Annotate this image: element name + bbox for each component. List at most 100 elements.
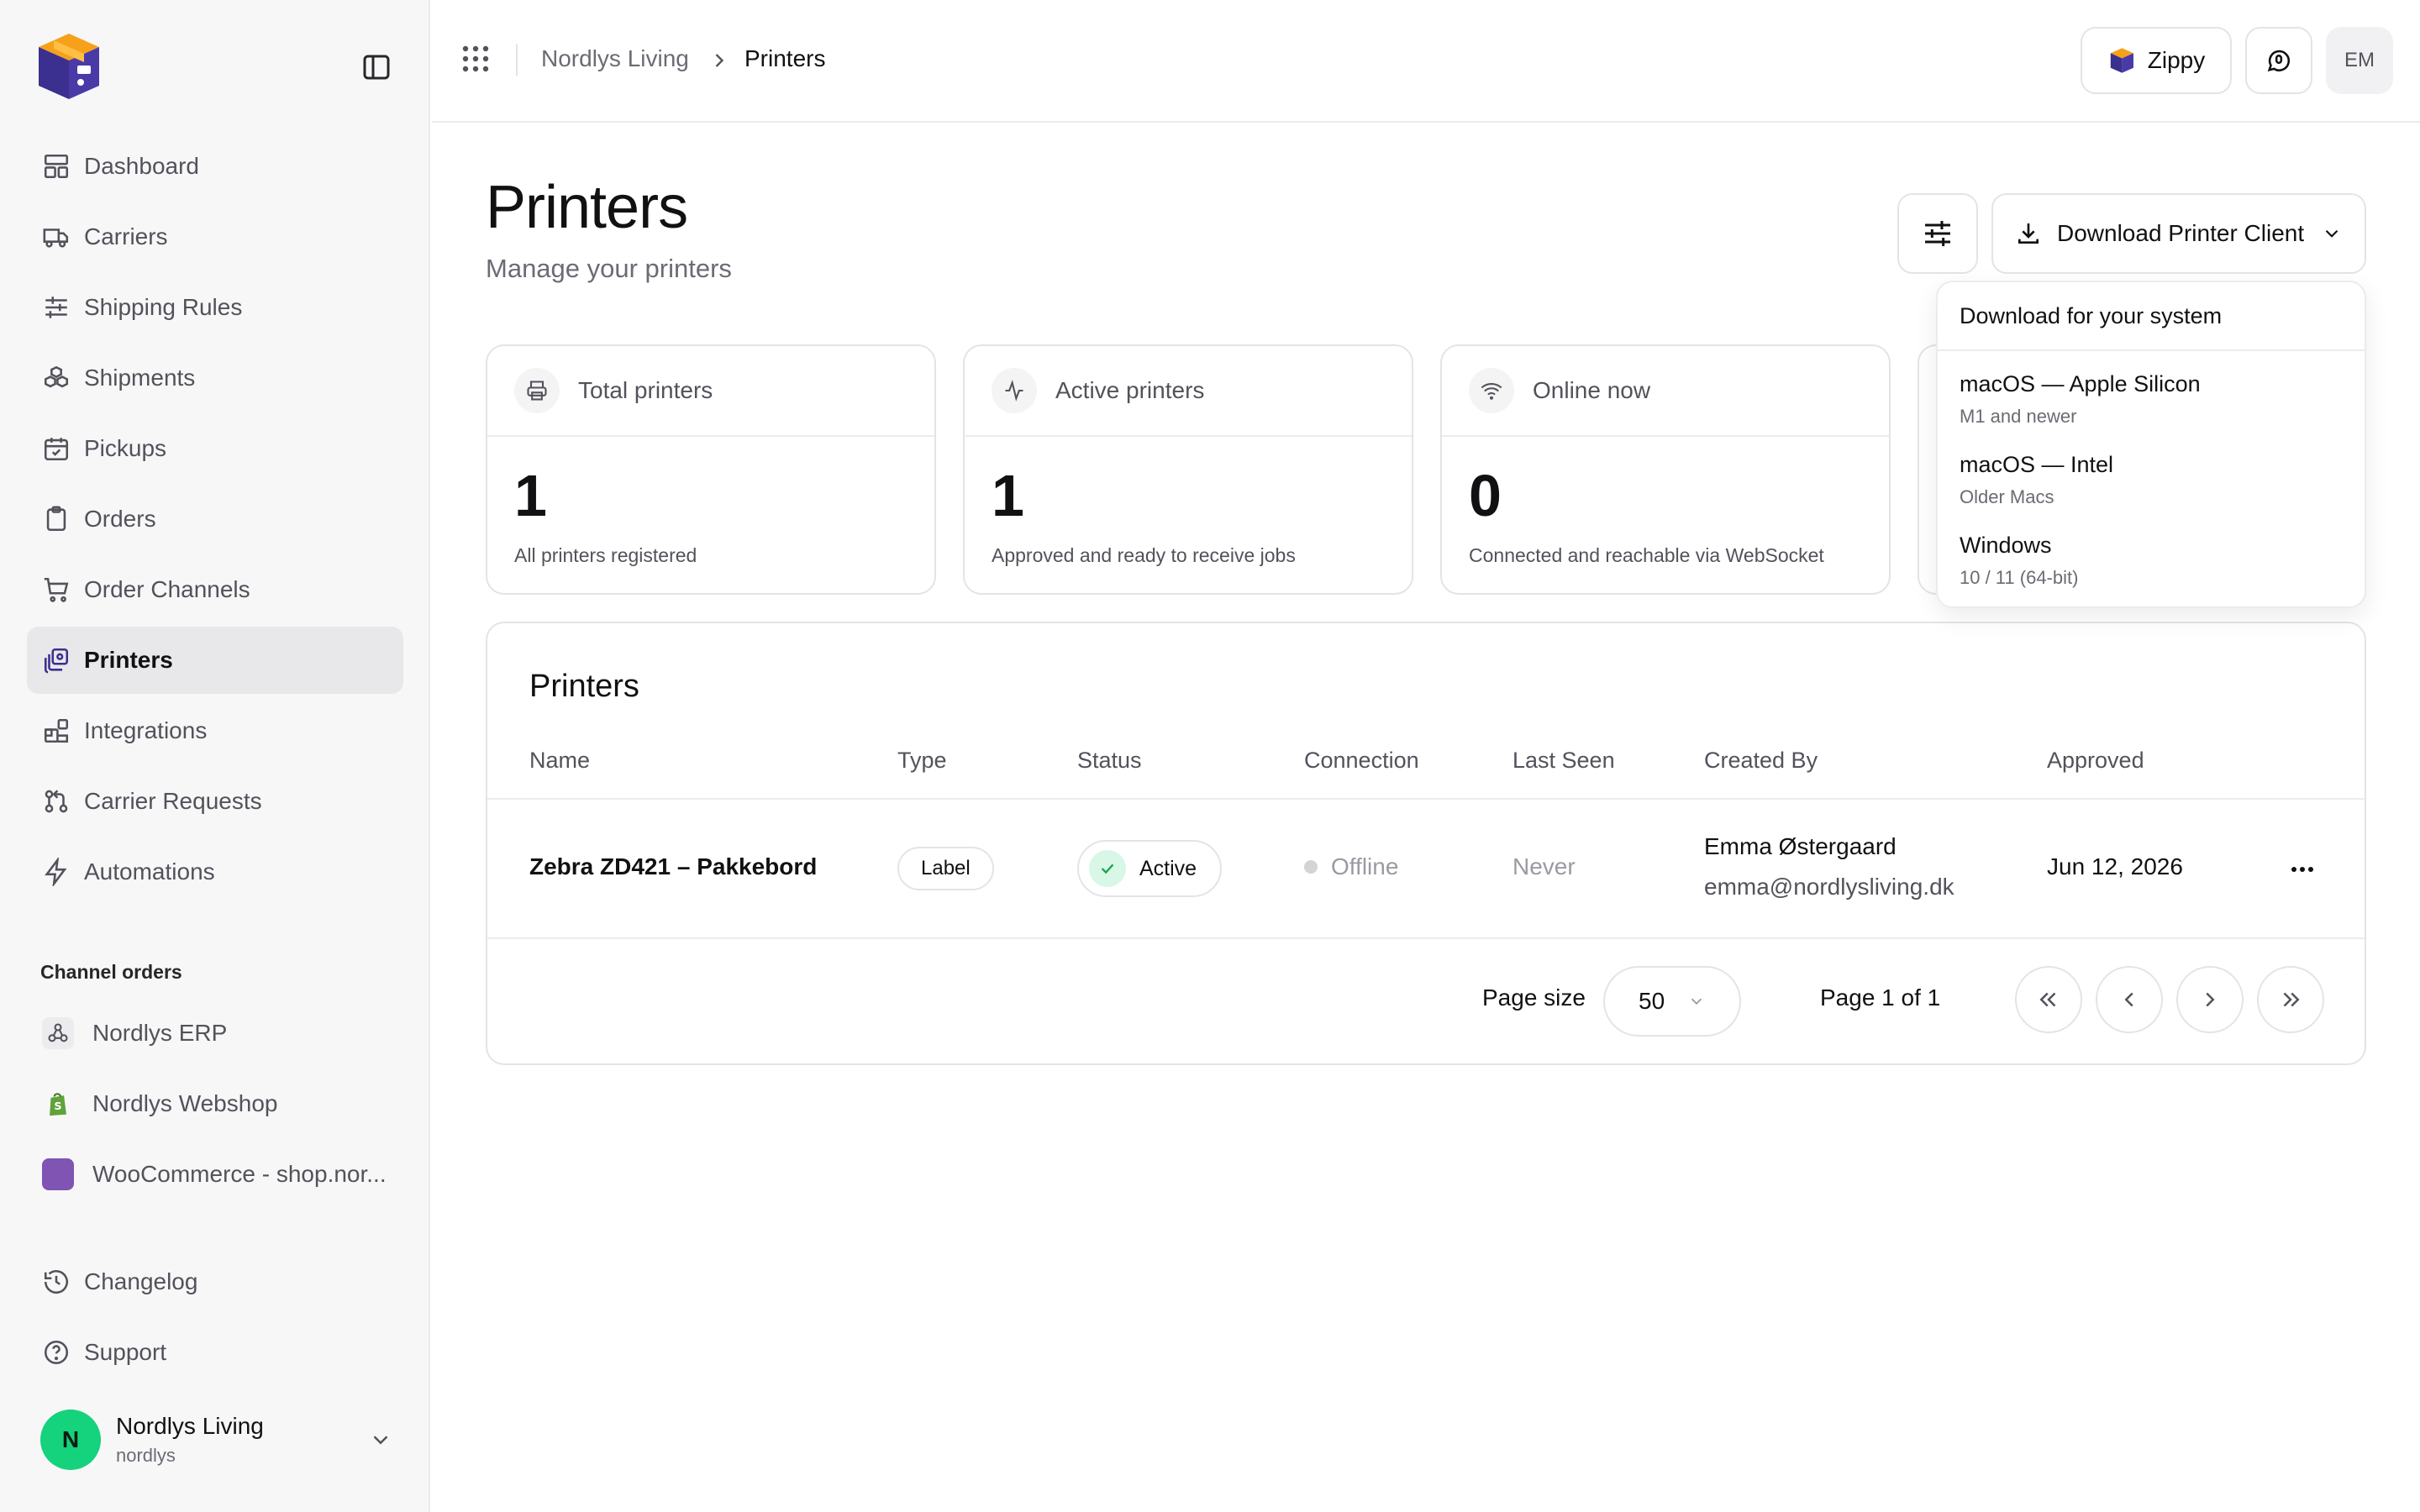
stat-description: All printers registered <box>514 544 697 566</box>
zippy-logo-icon <box>2110 48 2133 73</box>
stat-label: Online now <box>1533 377 1651 403</box>
apps-grid-icon[interactable] <box>460 44 491 74</box>
channel-label: Nordlys Webshop <box>92 1090 278 1116</box>
org-avatar: N <box>40 1410 101 1470</box>
approved-date: Jun 12, 2026 <box>2047 853 2183 879</box>
sidebar-item-order-channels[interactable]: Order Channels <box>27 556 403 623</box>
sidebar-item-shipping-rules[interactable]: Shipping Rules <box>27 274 403 341</box>
page-size-select[interactable]: 50 <box>1603 966 1741 1037</box>
top-header: Nordlys Living Printers Zippy EM <box>432 0 2420 123</box>
sidebar-item-integrations[interactable]: Integrations <box>27 697 403 764</box>
stat-value: 1 <box>992 463 1024 528</box>
first-page-button[interactable] <box>2015 966 2082 1033</box>
sliders-horizontal-icon <box>1925 221 1950 246</box>
sidebar-item-carrier-requests[interactable]: Carrier Requests <box>27 768 403 835</box>
stat-card-header: Total printers <box>487 346 934 437</box>
channel-item-woocommerce[interactable]: WooCommerce - shop.nor... <box>27 1141 403 1208</box>
download-dropdown-menu: Download for your system macOS — Apple S… <box>1936 281 2366 608</box>
channel-list: Nordlys ERP S Nordlys Webshop WooCommerc… <box>27 1000 403 1211</box>
sidebar-item-label: Integrations <box>84 717 208 743</box>
webhook-icon <box>42 1017 74 1049</box>
help-circle-icon <box>44 1340 69 1365</box>
column-header-created-by[interactable]: Created By <box>1704 748 1818 774</box>
column-header-status[interactable]: Status <box>1077 748 1142 774</box>
sidebar-item-pickups[interactable]: Pickups <box>27 415 403 482</box>
status-label: Active <box>1139 856 1197 880</box>
cart-icon <box>44 577 69 602</box>
option-title: macOS — Apple Silicon <box>1960 371 2201 396</box>
stat-card-header: Online now <box>1442 346 1889 437</box>
stat-label: Total printers <box>578 377 713 403</box>
sidebar-item-label: Printers <box>84 647 173 673</box>
org-text: Nordlys Living nordlys <box>116 1413 368 1467</box>
last-page-button[interactable] <box>2257 966 2324 1033</box>
sidebar-item-printers[interactable]: Printers <box>27 627 403 694</box>
channel-item-nordlys-webshop[interactable]: S Nordlys Webshop <box>27 1070 403 1137</box>
page-subtitle: Manage your printers <box>486 254 732 283</box>
zippy-button[interactable]: Zippy <box>2081 27 2232 94</box>
sidebar-item-automations[interactable]: Automations <box>27 838 403 906</box>
creator-email[interactable]: emma@nordlysliving.dk <box>1704 874 1954 900</box>
column-header-approved[interactable]: Approved <box>2047 748 2144 774</box>
sidebar-item-dashboard[interactable]: Dashboard <box>27 133 403 200</box>
previous-page-button[interactable] <box>2096 966 2163 1033</box>
filter-settings-button[interactable] <box>1897 193 1978 274</box>
boxes-icon <box>44 365 69 388</box>
org-switcher[interactable]: N Nordlys Living nordlys <box>40 1408 393 1472</box>
column-header-name[interactable]: Name <box>529 748 590 774</box>
woocommerce-icon <box>42 1158 74 1190</box>
chat-button[interactable] <box>2245 27 2312 94</box>
user-avatar[interactable]: EM <box>2326 27 2393 94</box>
last-seen: Never <box>1512 853 1576 879</box>
sidebar-item-label: Shipping Rules <box>84 294 243 320</box>
chevron-right-icon <box>2206 992 2215 1007</box>
chevron-down-icon <box>1691 998 1702 1005</box>
column-header-type[interactable]: Type <box>897 748 947 774</box>
sidebar-item-label: Support <box>84 1339 167 1365</box>
breadcrumb-org[interactable]: Nordlys Living <box>541 45 689 72</box>
sidebar-bottom-links: Changelog Support <box>27 1248 403 1389</box>
svg-text:S: S <box>54 1100 61 1113</box>
brand-logo[interactable] <box>30 29 106 104</box>
page-size-value: 50 <box>1639 988 1665 1014</box>
stat-card-online-now: Online now 0 Connected and reachable via… <box>1440 344 1891 595</box>
sidebar-item-support[interactable]: Support <box>27 1319 403 1386</box>
git-pull-icon <box>45 790 68 813</box>
stat-card-total-printers: Total printers 1 All printers registered <box>486 344 936 595</box>
next-page-button[interactable] <box>2176 966 2244 1033</box>
table-divider <box>487 798 2365 800</box>
page-title: Printers <box>486 174 688 241</box>
sidebar-item-label: Order Channels <box>84 576 250 602</box>
sidebar-item-changelog[interactable]: Changelog <box>27 1248 403 1315</box>
sidebar-item-carriers[interactable]: Carriers <box>27 203 403 270</box>
channel-item-nordlys-erp[interactable]: Nordlys ERP <box>27 1000 403 1067</box>
channel-label: Nordlys ERP <box>92 1020 228 1046</box>
printers-table-card: Printers Name Type Status Connection Las… <box>486 622 2366 1065</box>
download-option-macos-intel[interactable]: macOS — Intel Older Macs <box>1960 452 2113 508</box>
sidebar-item-label: Dashboard <box>84 153 199 179</box>
download-printer-client-button[interactable]: Download Printer Client <box>1991 193 2366 274</box>
sidebar-item-shipments[interactable]: Shipments <box>27 344 403 412</box>
column-header-connection[interactable]: Connection <box>1304 748 1419 774</box>
dropdown-title: Download for your system <box>1938 282 2365 351</box>
printer-icon <box>514 368 560 413</box>
stat-value: 0 <box>1469 463 1502 528</box>
stat-description: Approved and ready to receive jobs <box>992 544 1296 566</box>
sidebar-item-orders[interactable]: Orders <box>27 486 403 553</box>
more-horizontal-icon[interactable] <box>2286 857 2319 882</box>
chevron-down-icon <box>373 1436 388 1445</box>
activity-icon <box>992 368 1037 413</box>
download-option-windows[interactable]: Windows 10 / 11 (64-bit) <box>1960 533 2078 589</box>
option-subtitle: 10 / 11 (64-bit) <box>1960 567 2079 588</box>
download-icon <box>2018 223 2039 244</box>
download-option-macos-apple-silicon[interactable]: macOS — Apple Silicon M1 and newer <box>1960 371 2201 428</box>
sidebar-toggle-icon[interactable] <box>360 52 393 82</box>
column-header-last-seen[interactable]: Last Seen <box>1512 748 1615 774</box>
org-slug: nordlys <box>116 1445 176 1466</box>
chevron-right-icon <box>715 54 724 67</box>
page-info: Page 1 of 1 <box>1820 984 1941 1011</box>
table-divider <box>487 937 2365 939</box>
chevrons-right-icon <box>2283 992 2300 1007</box>
truck-icon <box>43 228 69 248</box>
creator-name: Emma Østergaard <box>1704 833 1897 859</box>
